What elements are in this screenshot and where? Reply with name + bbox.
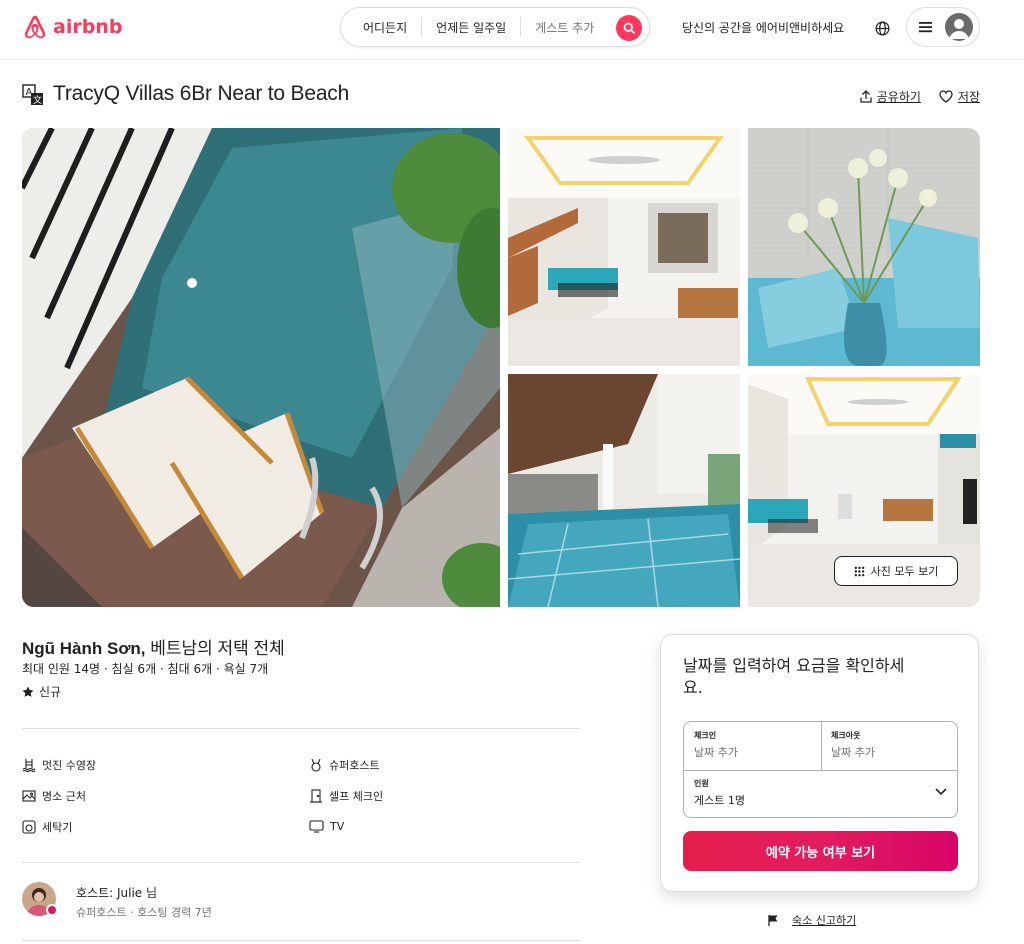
amenity-nearby: 명소 근처 (22, 788, 86, 804)
search-button[interactable] (616, 15, 642, 41)
divider (22, 940, 580, 941)
host-detail: 슈퍼호스트 · 호스팅 경력 7년 (76, 906, 212, 919)
translate-icon[interactable]: A文 (22, 84, 44, 106)
search-when[interactable]: 언제든 일주일 (422, 19, 520, 36)
amenity-washer: 세탁기 (22, 819, 72, 835)
date-guest-picker: 체크인 날짜 추가 체크아웃 날짜 추가 인원 게스트 1명 (683, 721, 958, 818)
share-icon (860, 90, 872, 103)
search-guests[interactable]: 게스트 추가 (521, 19, 604, 36)
amenity-label: TV (330, 819, 345, 833)
report-listing-link[interactable]: 숙소 신고하기 (768, 912, 856, 928)
door-icon (310, 789, 322, 803)
booking-prompt: 날짜를 입력하여 요금을 확인하세요. (683, 656, 905, 697)
save-label: 저장 (957, 90, 980, 104)
become-host-link[interactable]: 당신의 공간을 에어비앤비하세요 (682, 19, 844, 36)
share-label: 공유하기 (876, 90, 921, 104)
airbnb-logo[interactable]: airbnb (22, 13, 122, 41)
heart-icon (939, 90, 953, 103)
divider (22, 862, 580, 863)
listing-location: Ngũ Hành Sơn, 베트남의 저택 전체 (22, 634, 285, 659)
amenity-pool: 멋진 수영장 (22, 757, 96, 773)
listing-summary: 최대 인원 14명 · 침실 6개 · 침대 6개 · 욕실 7개 (22, 662, 269, 676)
airbnb-logo-icon (24, 15, 46, 39)
checkin-value: 날짜 추가 (694, 746, 738, 759)
chevron-down-icon (935, 788, 947, 796)
user-menu-button[interactable] (906, 7, 980, 47)
search-icon (623, 22, 635, 34)
listing-type: 베트남의 저택 전체 (145, 639, 285, 658)
checkin-field[interactable]: 체크인 날짜 추가 (684, 722, 821, 770)
top-navigation: airbnb 어디든지 언제든 일주일 게스트 추가 당신의 공간을 에어비앤비… (0, 0, 1024, 60)
washer-icon (22, 820, 36, 834)
hamburger-icon (919, 22, 932, 33)
photo-indoor-pool[interactable] (508, 374, 740, 607)
superhost-badge (46, 904, 58, 916)
pool-icon (22, 759, 36, 772)
listing-header: A文 TracyQ Villas 6Br Near to Beach 공유하기 … (22, 82, 980, 110)
host-info: 호스트: Julie 님 슈퍼호스트 · 호스팅 경력 7년 (22, 882, 580, 922)
photo-pool-aerial[interactable] (22, 128, 500, 607)
listing-actions: 공유하기 저장 (860, 88, 980, 105)
report-label: 숙소 신고하기 (792, 914, 857, 927)
search-bar[interactable]: 어디든지 언제든 일주일 게스트 추가 (340, 7, 650, 47)
guests-value: 게스트 1명 (694, 794, 745, 807)
flag-icon (768, 915, 778, 926)
amenity-label: 세탁기 (42, 821, 73, 834)
globe-icon (875, 21, 889, 35)
amenity-label: 슈퍼호스트 (329, 759, 380, 772)
show-all-photos-label: 사진 모두 보기 (870, 565, 939, 578)
tv-icon (309, 820, 324, 833)
picture-icon (22, 790, 36, 802)
guests-field[interactable]: 인원 게스트 1명 (684, 770, 959, 818)
amenity-superhost: 슈퍼호스트 (309, 757, 380, 773)
booking-card: 날짜를 입력하여 요금을 확인하세요. 체크인 날짜 추가 체크아웃 날짜 추가… (660, 634, 979, 892)
photo-gallery (22, 128, 980, 607)
save-button[interactable]: 저장 (939, 88, 980, 105)
medal-icon (311, 758, 321, 772)
host-name: 호스트: Julie 님 (76, 886, 158, 900)
checkout-field[interactable]: 체크아웃 날짜 추가 (821, 722, 959, 770)
show-all-photos-button[interactable]: 사진 모두 보기 (834, 556, 958, 586)
brand-name: airbnb (53, 16, 123, 38)
rating: 신규 (22, 683, 61, 700)
divider (22, 728, 580, 729)
check-availability-button[interactable]: 예약 가능 여부 보기 (683, 831, 958, 871)
guests-label: 인원 (694, 779, 709, 788)
avatar (945, 13, 973, 41)
location-name: Ngũ Hành Sơn, (22, 639, 146, 658)
amenity-label: 멋진 수영장 (42, 759, 97, 772)
checkout-label: 체크아웃 (831, 731, 861, 740)
user-icon (949, 19, 969, 39)
amenity-label: 셀프 체크인 (329, 790, 384, 803)
search-where[interactable]: 어디든지 (341, 19, 421, 36)
checkin-label: 체크인 (694, 731, 717, 740)
amenity-tv: TV (309, 819, 344, 833)
grid-icon (854, 566, 864, 576)
listing-title: TracyQ Villas 6Br Near to Beach (53, 82, 350, 105)
photo-flowers-vase[interactable] (748, 128, 980, 366)
share-button[interactable]: 공유하기 (860, 88, 921, 105)
language-button[interactable] (872, 18, 892, 38)
photo-living-room[interactable] (508, 128, 740, 366)
checkout-value: 날짜 추가 (831, 746, 875, 759)
star-icon (22, 686, 34, 697)
svg-text:文: 文 (33, 94, 42, 106)
rating-label: 신규 (39, 685, 62, 699)
amenity-self-checkin: 셀프 체크인 (309, 788, 383, 804)
amenity-label: 명소 근처 (42, 790, 86, 803)
